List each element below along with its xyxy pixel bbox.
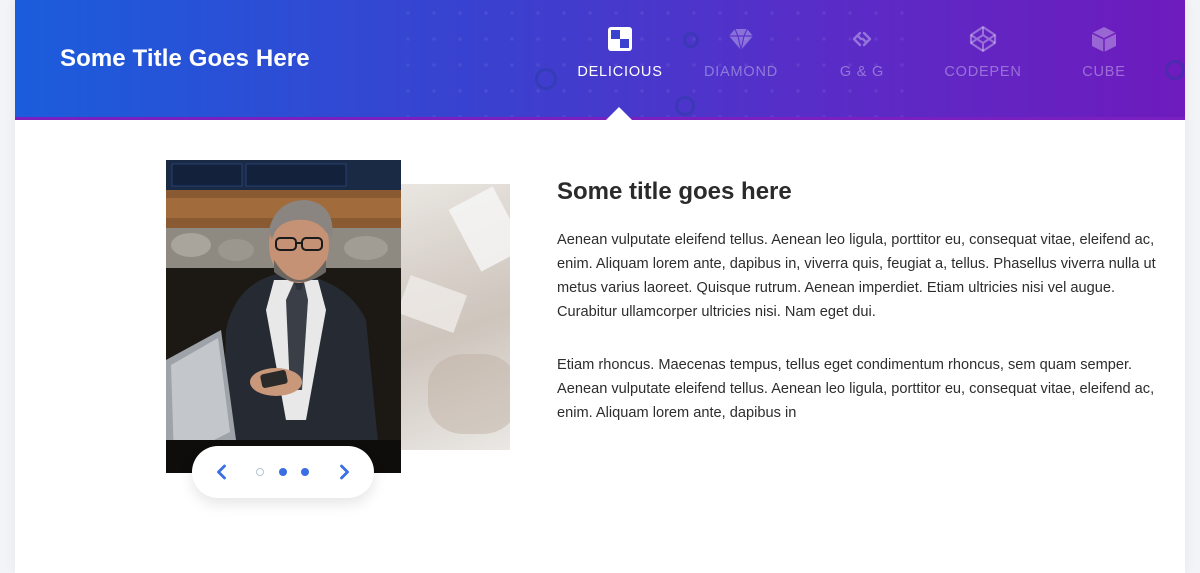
cube-icon <box>1089 24 1119 54</box>
slider-controls <box>192 446 374 498</box>
background-photo <box>398 184 510 450</box>
slider-dot-1[interactable] <box>256 468 264 476</box>
tab-cube[interactable]: CUBE <box>1044 24 1164 94</box>
tab-label: DELICIOUS <box>577 64 663 80</box>
chevron-left-icon[interactable] <box>212 462 232 482</box>
businessman-illustration <box>166 160 401 473</box>
tab-delicious[interactable]: DELICIOUS <box>560 24 680 94</box>
tab-g-and-g[interactable]: G & G <box>802 24 922 94</box>
tab-codepen[interactable]: CODEPEN <box>923 24 1043 94</box>
chevron-right-icon[interactable] <box>334 462 354 482</box>
checker-square-icon <box>605 24 635 54</box>
tab-label: CUBE <box>1082 64 1126 80</box>
slider-dot-3[interactable] <box>301 468 309 476</box>
tab-label: DIAMOND <box>703 64 779 80</box>
tab-nav: DELICIOUS DIAMOND G & G CODEPEN CUBE <box>15 0 1185 117</box>
content-paragraph-1: Aenean vulputate eleifend tellus. Aenean… <box>557 232 1156 320</box>
content-title: Some title goes here <box>557 178 792 205</box>
codepen-icon <box>968 24 998 54</box>
tab-diamond[interactable]: DIAMOND <box>681 24 801 94</box>
chain-link-icon <box>847 24 877 54</box>
header-bar: Some Title Goes Here DELICIOUS DIAMOND G… <box>15 0 1185 120</box>
diamond-icon <box>726 24 756 54</box>
featured-photo <box>166 160 401 473</box>
slider-dot-2[interactable] <box>279 468 287 476</box>
content-paragraph-2: Etiam rhoncus. Maecenas tempus, tellus e… <box>557 357 1155 421</box>
tab-label: G & G <box>839 64 885 80</box>
tab-label: CODEPEN <box>944 64 1022 80</box>
active-tab-pointer <box>606 107 632 120</box>
